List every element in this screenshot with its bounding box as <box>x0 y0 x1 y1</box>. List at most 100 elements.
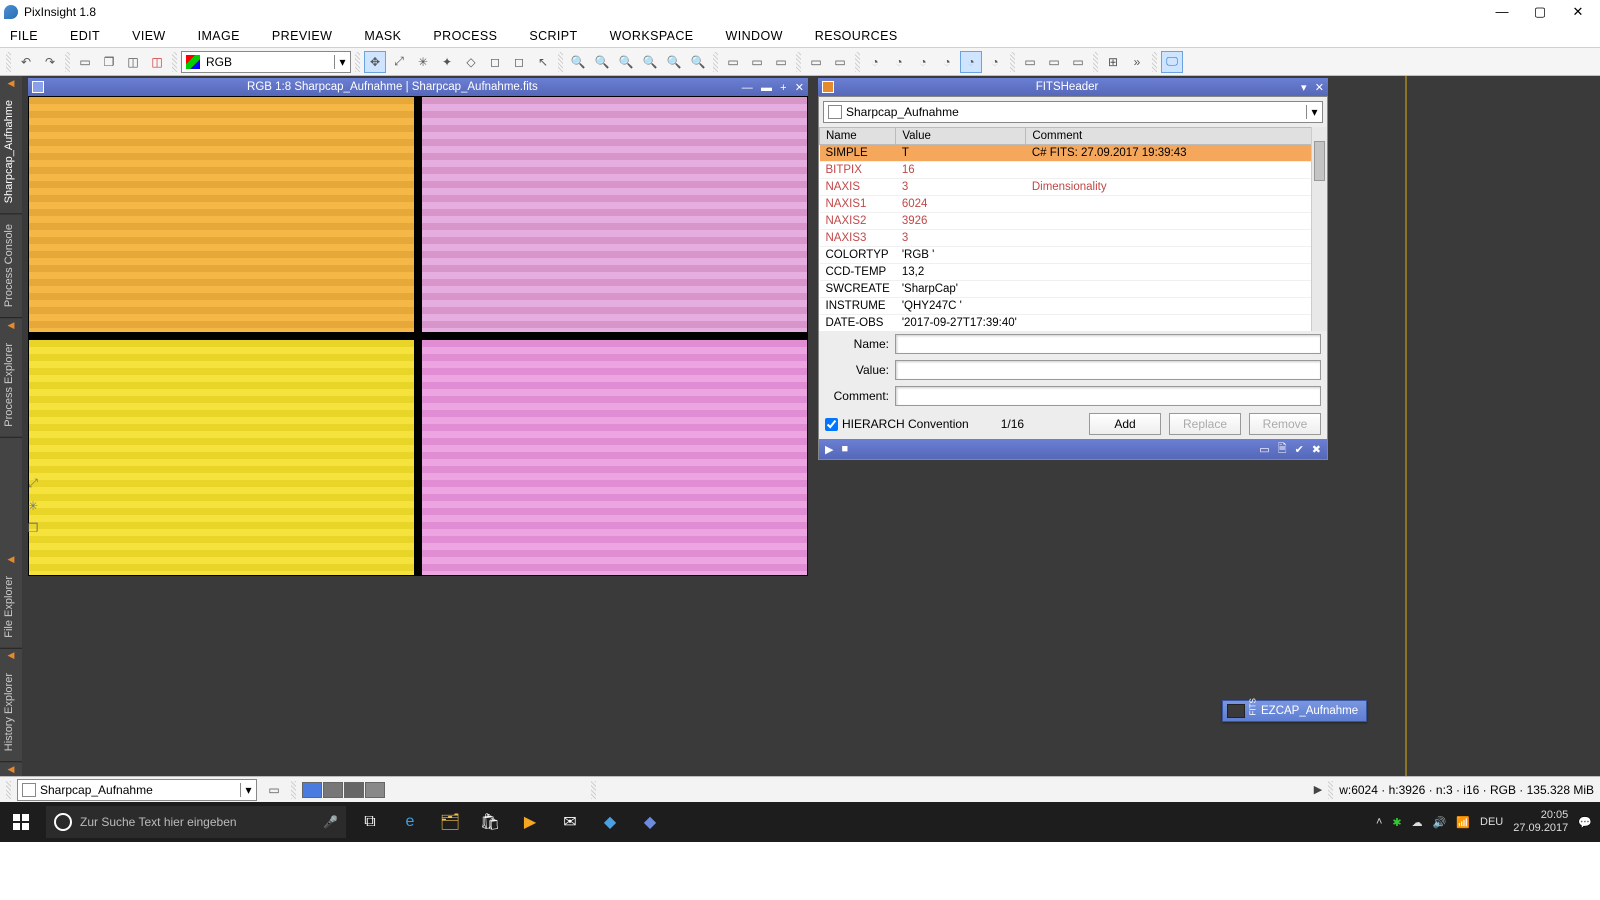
store-icon[interactable]: 🛍 <box>470 802 510 842</box>
pixinsight-task-icon[interactable]: ◆ <box>630 802 670 842</box>
move-tool-button[interactable]: ✥ <box>364 51 386 73</box>
mail-icon[interactable]: ✉ <box>550 802 590 842</box>
menu-script[interactable]: SCRIPT <box>529 29 577 43</box>
table-row[interactable]: SWCREATE'SharpCap' <box>820 281 1327 298</box>
table-row[interactable]: BITPIX16 <box>820 162 1327 179</box>
tray-sync-icon[interactable]: ✱ <box>1392 816 1401 829</box>
hist5-button[interactable]: ◔ <box>984 51 1006 73</box>
menu-preview[interactable]: PREVIEW <box>272 29 332 43</box>
clone-icon[interactable]: ❐ <box>28 521 39 535</box>
tray-lang[interactable]: DEU <box>1480 816 1503 828</box>
tray-clock[interactable]: 20:05 27.09.2017 <box>1513 809 1568 834</box>
side-tab-process-explorer[interactable]: Process Explorer <box>0 333 22 438</box>
sidebar-handle-icon[interactable]: ◀ <box>0 319 22 333</box>
tray-volume-icon[interactable]: 🔊 <box>1433 816 1447 829</box>
shade-icon[interactable]: ▾ <box>1301 82 1307 94</box>
table-row[interactable]: NAXIS3Dimensionality <box>820 179 1327 196</box>
value-input[interactable] <box>895 360 1321 380</box>
redo-button[interactable]: ↷ <box>39 51 61 73</box>
win2-button[interactable]: ▭ <box>829 51 851 73</box>
center-tool-button[interactable]: ✦ <box>436 51 458 73</box>
comment-input[interactable] <box>895 386 1321 406</box>
rect-tool-button[interactable]: ◻ <box>484 51 506 73</box>
pointer-tool-button[interactable]: ↖ <box>532 51 554 73</box>
add-button[interactable]: Add <box>1089 413 1161 435</box>
menu-mask[interactable]: MASK <box>364 29 401 43</box>
table-row[interactable]: NAXIS16024 <box>820 196 1327 213</box>
menu-process[interactable]: PROCESS <box>433 29 497 43</box>
hist2-button[interactable]: ◔ <box>888 51 910 73</box>
tray-wifi-icon[interactable]: 📶 <box>1456 816 1470 829</box>
close-icon[interactable]: ✕ <box>1315 82 1324 94</box>
media-icon[interactable]: ▶ <box>510 802 550 842</box>
check-icon[interactable]: ✔ <box>1295 443 1304 456</box>
fits-table[interactable]: Name Value Comment SIMPLETC# FITS: 27.09… <box>819 127 1327 331</box>
fit-tool-button[interactable]: ⤢ <box>388 51 410 73</box>
remove-button[interactable]: Remove <box>1249 413 1321 435</box>
mic-icon[interactable]: 🎤 <box>323 815 338 829</box>
side-tab-history-explorer[interactable]: History Explorer <box>0 663 22 762</box>
table-row[interactable]: COLORTYP'RGB ' <box>820 247 1327 264</box>
edge-icon[interactable]: e <box>390 802 430 842</box>
sidebar-handle-icon[interactable]: ◀ <box>0 762 22 776</box>
crosshair-tool-button[interactable]: ✳ <box>412 51 434 73</box>
zoomreset-button[interactable]: 🔍 <box>687 51 709 73</box>
scrollbar-thumb[interactable] <box>1314 141 1325 181</box>
menu-workspace[interactable]: WORKSPACE <box>610 29 694 43</box>
newinst-icon[interactable]: ▭ <box>1259 443 1269 456</box>
fits-titlebar[interactable]: FITSHeader ▾ ✕ <box>818 78 1328 96</box>
menu-image[interactable]: IMAGE <box>198 29 240 43</box>
name-input[interactable] <box>895 334 1321 354</box>
histactive-button[interactable]: ◔ <box>960 51 982 73</box>
masken-button[interactable]: ▭ <box>1067 51 1089 73</box>
zoomout-button[interactable]: 🔍 <box>591 51 613 73</box>
pan-tool-button[interactable]: ◇ <box>460 51 482 73</box>
window-close-button[interactable]: ✕ <box>1566 4 1590 20</box>
image-window-titlebar[interactable]: RGB 1:8 Sharpcap_Aufnahme | Sharpcap_Auf… <box>28 78 808 96</box>
start-button[interactable] <box>0 802 42 842</box>
chevron-down-icon[interactable]: ▾ <box>240 783 256 797</box>
table-row[interactable]: DATE-OBS'2017-09-27T17:39:40' <box>820 315 1327 332</box>
tray-notifications-icon[interactable]: 💬 <box>1578 816 1592 829</box>
pin-button[interactable]: ▭ <box>263 779 285 801</box>
table-row[interactable]: NAXIS23926 <box>820 213 1327 230</box>
play-icon[interactable]: ▶ <box>1314 783 1322 796</box>
screen3-button[interactable]: ▭ <box>770 51 792 73</box>
table-row[interactable]: INSTRUME'QHY247C ' <box>820 298 1327 315</box>
tray-onedrive-icon[interactable]: ☁ <box>1412 816 1423 829</box>
col-value[interactable]: Value <box>896 128 1026 145</box>
menu-resources[interactable]: RESOURCES <box>815 29 898 43</box>
sidebar-handle-icon[interactable]: ◀ <box>0 552 22 566</box>
app1-icon[interactable]: ◆ <box>590 802 630 842</box>
workspace-divider[interactable] <box>1405 76 1407 776</box>
window-minimize-button[interactable]: — <box>1490 4 1514 20</box>
taskbar-search[interactable]: Zur Suche Text hier eingeben 🎤 <box>46 806 346 838</box>
screen1-button[interactable]: ▭ <box>722 51 744 73</box>
hist4-button[interactable]: ◔ <box>936 51 958 73</box>
menu-window[interactable]: WINDOW <box>726 29 783 43</box>
tray-chevron-icon[interactable]: ˄ <box>1376 816 1382 828</box>
sidebar-handle-icon[interactable]: ◀ <box>0 649 22 663</box>
col-comment[interactable]: Comment <box>1026 128 1327 145</box>
maximize-icon[interactable]: + <box>780 82 786 94</box>
new-window-button[interactable]: ▭ <box>74 51 96 73</box>
chevron-down-icon[interactable]: ▾ <box>334 55 350 69</box>
menu-file[interactable]: FILE <box>10 29 38 43</box>
doc-icon[interactable]: 🗎 <box>1278 440 1287 459</box>
hist1-button[interactable]: ◔ <box>864 51 886 73</box>
image-view[interactable] <box>28 96 808 576</box>
menu-edit[interactable]: EDIT <box>70 29 100 43</box>
crosshair-icon[interactable]: ✳ <box>28 499 38 513</box>
chevron-down-icon[interactable]: ▾ <box>1306 105 1322 119</box>
win1-button[interactable]: ▭ <box>805 51 827 73</box>
explorer-icon[interactable]: 🗂 <box>430 802 470 842</box>
minimize-icon[interactable]: — <box>742 82 753 94</box>
table-row[interactable]: SIMPLETC# FITS: 27.09.2017 19:39:43 <box>820 145 1327 162</box>
menu-view[interactable]: VIEW <box>132 29 166 43</box>
zoomfit-button[interactable]: 🔍 <box>639 51 661 73</box>
monitor-button[interactable]: 🖵 <box>1161 51 1183 73</box>
fits-view-combo[interactable]: Sharpcap_Aufnahme ▾ <box>823 101 1323 123</box>
channel-combo[interactable]: RGB ▾ <box>181 51 351 73</box>
hist3-button[interactable]: ◔ <box>912 51 934 73</box>
side-tab-image[interactable]: Sharpcap_Aufnahme <box>0 90 22 214</box>
